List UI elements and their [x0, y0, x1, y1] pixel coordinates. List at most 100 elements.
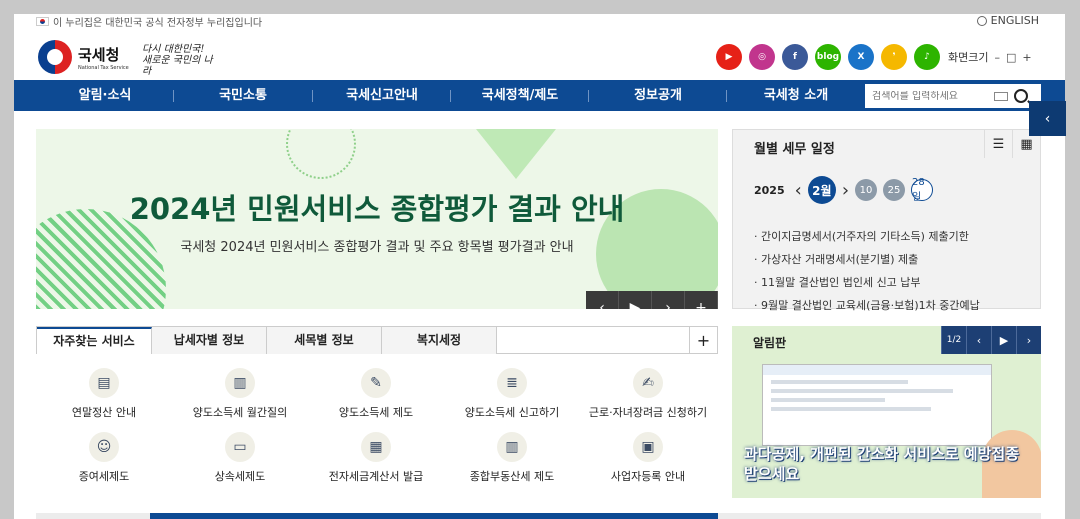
nav-tax-filing[interactable]: 국세신고안내: [313, 80, 451, 111]
service-label: 종합부동산세 제도: [469, 470, 555, 483]
search-icon[interactable]: [1014, 89, 1028, 103]
board-page-current: 1: [946, 334, 953, 345]
service-label: 양도소득세 신고하기: [464, 406, 560, 419]
schedule-item[interactable]: 간이지급명세서(거주자의 기타소득) 제출기한: [754, 228, 980, 244]
form-icon: ≣: [497, 368, 527, 398]
service-item[interactable]: ✍ 근로·자녀장려금 신청하기: [580, 368, 716, 420]
language-link[interactable]: ENGLISH: [976, 14, 1039, 27]
nav-about[interactable]: 국세청 소개: [727, 80, 865, 111]
services-more-button[interactable]: +: [689, 327, 717, 353]
board-next-button[interactable]: ›: [1016, 326, 1041, 354]
tab-tax-item-info[interactable]: 세목별 정보: [267, 327, 382, 354]
tab-welfare-tax[interactable]: 복지세정: [382, 327, 497, 354]
nav-news[interactable]: 알림·소식: [36, 80, 174, 111]
next-month-icon[interactable]: ›: [842, 180, 849, 201]
service-item[interactable]: ▦ 전자세금계산서 발급: [308, 432, 444, 484]
gov-notice-text[interactable]: 이 누리집은 대한민국 공식 전자정부 누리집입니다: [53, 14, 262, 29]
decor-triangle: [476, 129, 556, 179]
service-item[interactable]: ▣ 사업자등록 안내: [580, 432, 716, 484]
service-label: 근로·자녀장려금 신청하기: [588, 406, 708, 419]
board-play-button[interactable]: ▶: [991, 326, 1016, 354]
schedule-item[interactable]: 9월말 결산법인 교육세(금융·보험)1차 중간예납: [754, 297, 980, 313]
kakao-story-icon[interactable]: ❜: [881, 44, 907, 70]
service-item[interactable]: ≣ 양도소득세 신고하기: [444, 368, 580, 420]
instagram-icon[interactable]: ◎: [749, 44, 775, 70]
logo-name: 국세청: [78, 45, 120, 64]
nav-tax-policy[interactable]: 국세정책/제도: [451, 80, 589, 111]
service-label: 전자세금계산서 발급: [328, 470, 424, 483]
service-item[interactable]: ☺ 증여세제도: [36, 432, 172, 484]
tab-frequent-services[interactable]: 자주찾는 서비스: [37, 327, 152, 354]
board-prev-button[interactable]: ‹: [966, 326, 991, 354]
chevron-left-icon: ‹: [1044, 110, 1051, 127]
korea-flag-icon: [36, 16, 49, 26]
banner-play-button[interactable]: ▶: [619, 291, 652, 309]
x-icon[interactable]: X: [848, 44, 874, 70]
main-banner[interactable]: 2024년 민원서비스 종합평가 결과 안내 국세청 2024년 민원서비스 종…: [36, 129, 718, 309]
banner-title: 2024년 민원서비스 종합평가 결과 안내: [129, 192, 625, 226]
service-item[interactable]: ▤ 연말정산 안내: [36, 368, 172, 420]
schedule-item[interactable]: 11월말 결산법인 법인세 신고 납부: [754, 274, 980, 290]
people-icon: ☺: [89, 432, 119, 462]
tab-taxpayer-info[interactable]: 납세자별 정보: [152, 327, 267, 354]
search-input[interactable]: [872, 90, 994, 102]
prev-month-icon[interactable]: ‹: [795, 180, 802, 201]
font-size-control: 화면크기 – □ +: [948, 49, 1032, 65]
month-selector: 2025 ‹ 2월 › 10 25 28일: [754, 176, 934, 204]
monitor-icon: ▭: [225, 432, 255, 462]
schedule-day[interactable]: 28일: [911, 177, 934, 203]
kakao-channel-icon[interactable]: ♪: [914, 44, 940, 70]
service-item[interactable]: ▥ 종합부동산세 제도: [444, 432, 580, 484]
logo-subtitle: National Tax Service: [78, 64, 129, 71]
schedule-title: 월별 세무 일정: [754, 142, 835, 157]
list-view-icon[interactable]: ☰: [984, 130, 1012, 158]
youtube-icon[interactable]: ▶: [716, 44, 742, 70]
board-title: 알림판: [753, 336, 787, 350]
service-tabs: 자주찾는 서비스 납세자별 정보 세목별 정보 복지세정 +: [36, 326, 718, 354]
slogan: 다시 대한민국! 새로운 국민의 나라: [142, 44, 213, 77]
font-reset-button[interactable]: □: [1006, 51, 1016, 64]
screenshot-illustration: [762, 364, 992, 446]
notice-board[interactable]: 알림판 1/2 ‹ ▶ › 과다공제, 개편된 간소화 서비스로 예방접종 받으…: [732, 326, 1041, 498]
language-label: ENGLISH: [990, 14, 1039, 27]
banner-next-button[interactable]: ›: [652, 291, 685, 309]
service-label: 사업자등록 안내: [610, 470, 686, 483]
tax-schedule-panel: 월별 세무 일정 ☰ ▦ 2025 ‹ 2월 › 10 25 28일 간이지급명…: [732, 129, 1041, 312]
service-item[interactable]: ▥ 양도소득세 월간질의: [172, 368, 308, 420]
calculator-icon: ▦: [361, 432, 391, 462]
font-size-label: 화면크기: [948, 51, 989, 64]
site-logo[interactable]: 국세청 National Tax Service: [38, 40, 129, 74]
nav-disclosure[interactable]: 정보공개: [589, 80, 727, 111]
banner-prev-button[interactable]: ‹: [586, 291, 619, 309]
service-label: 양도소득세 제도: [338, 406, 414, 419]
facebook-icon[interactable]: f: [782, 44, 808, 70]
side-panel-toggle[interactable]: ‹: [1029, 101, 1066, 136]
banner-more-button[interactable]: +: [685, 291, 718, 309]
current-month[interactable]: 2월: [807, 176, 836, 204]
board-controls: 1/2 ‹ ▶ ›: [941, 326, 1041, 354]
apartment-icon: ▥: [497, 432, 527, 462]
nav-communication[interactable]: 국민소통: [174, 80, 312, 111]
bottom-section-bar: [36, 513, 1041, 519]
keyboard-icon[interactable]: [994, 91, 1008, 101]
nts-emblem-icon: [38, 40, 72, 74]
service-grid: ▤ 연말정산 안내 ▥ 양도소득세 월간질의 ✎ 양도소득세 제도 ≣ 양도소득세 신고하기 ✍…: [36, 368, 718, 484]
social-links: ▶ ◎ f blog X ❜ ♪: [716, 44, 940, 70]
globe-icon: [976, 15, 987, 26]
service-item[interactable]: ▭ 상속세제도: [172, 432, 308, 484]
banner-subtitle: 국세청 2024년 민원서비스 종합평가 결과 및 주요 항목별 평가결과 안내: [180, 240, 574, 255]
search-box: [865, 84, 1041, 108]
gov-notice-bar: 이 누리집은 대한민국 공식 전자정부 누리집입니다: [36, 14, 262, 29]
banner-controls: ‹ ▶ › +: [586, 291, 718, 309]
font-increase-button[interactable]: +: [1022, 51, 1031, 64]
blog-icon[interactable]: blog: [815, 44, 841, 70]
schedule-day[interactable]: 25: [883, 179, 906, 201]
service-item[interactable]: ✎ 양도소득세 제도: [308, 368, 444, 420]
schedule-item[interactable]: 가상자산 거래명세서(분기별) 제출: [754, 251, 980, 267]
board-page-indicator: 1/2: [941, 326, 966, 354]
schedule-day[interactable]: 10: [855, 179, 878, 201]
document-pen-icon: ✎: [361, 368, 391, 398]
schedule-list: 간이지급명세서(거주자의 기타소득) 제출기한 가상자산 거래명세서(분기별) …: [754, 228, 980, 320]
building-icon: ▥: [225, 368, 255, 398]
font-decrease-button[interactable]: –: [994, 51, 1000, 64]
